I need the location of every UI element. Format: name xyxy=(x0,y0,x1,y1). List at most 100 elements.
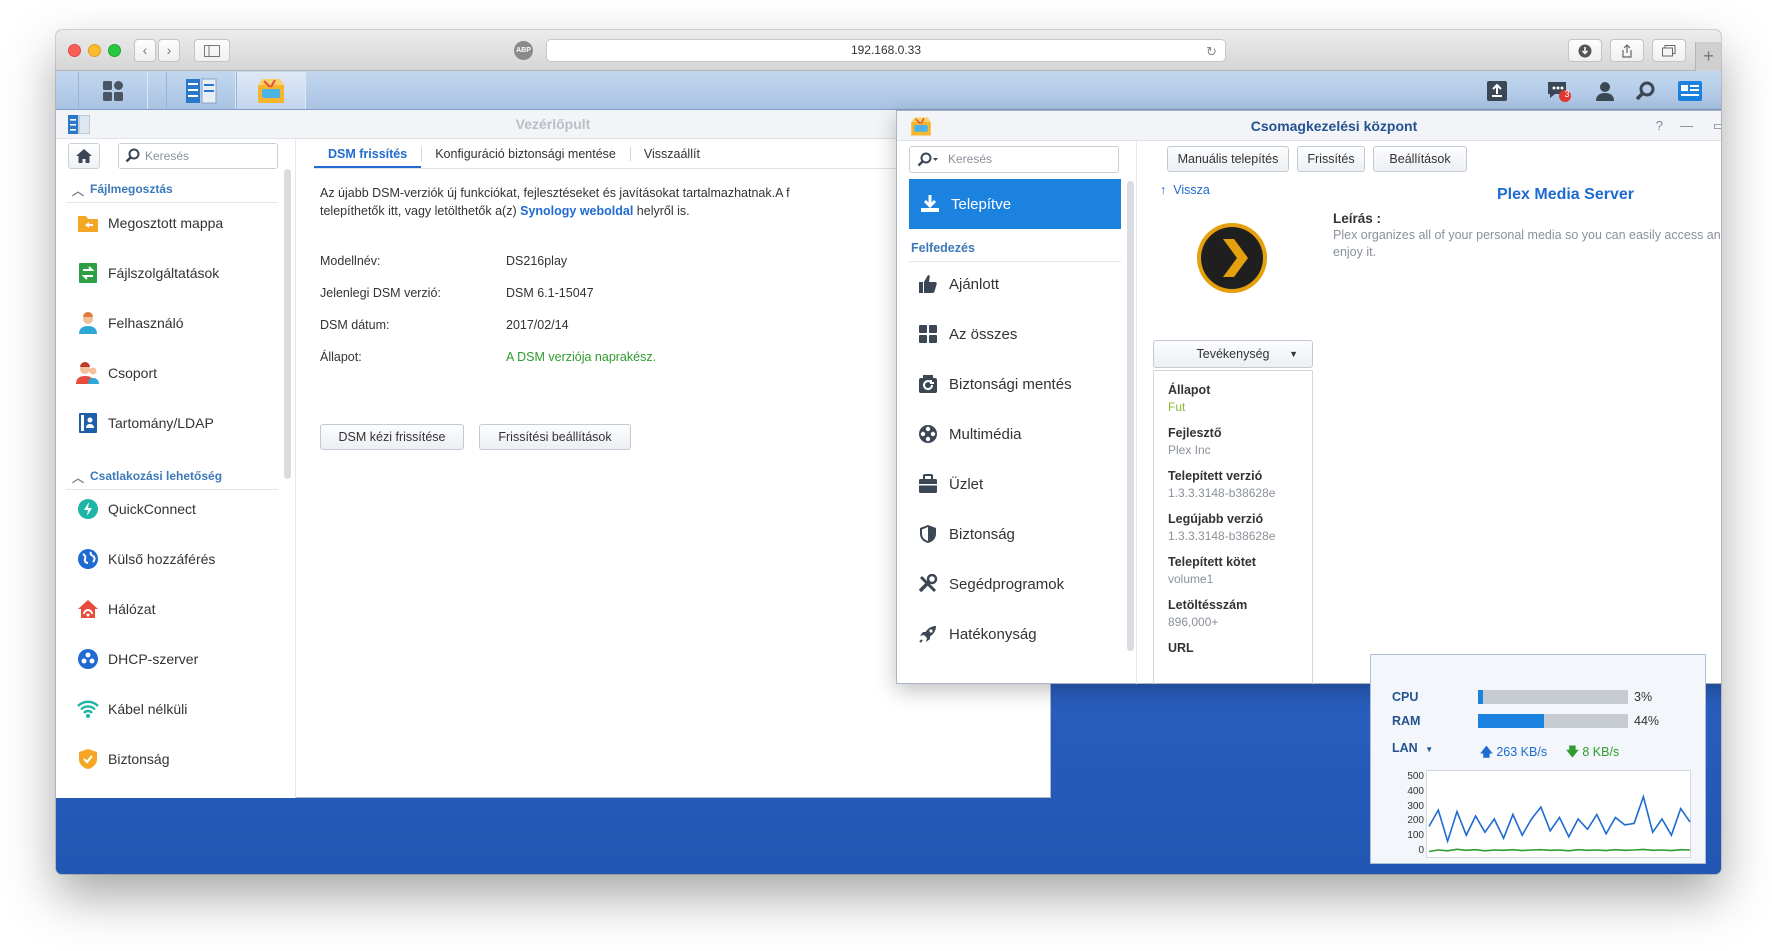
sidebar-item-file-services[interactable]: Fájlszolgáltatások xyxy=(76,258,276,288)
security-shield-icon xyxy=(79,749,97,769)
tab-dsm-update[interactable]: DSM frissítés xyxy=(314,139,422,168)
manual-dsm-update-button[interactable]: DSM kézi frissítése xyxy=(320,424,464,450)
sidebar-item-label: Hálózat xyxy=(108,601,156,617)
settings-button[interactable]: Beállítások xyxy=(1373,146,1467,172)
info-row-model: Modellnév: DS216play xyxy=(320,254,567,268)
control-panel-sidebar: Keresés ︿ Fájlmegosztás Megosztott mappa… xyxy=(56,139,296,798)
detail-value: 896,000+ xyxy=(1168,615,1219,629)
help-icon[interactable]: ? xyxy=(1656,111,1663,141)
sidebar-item-label: Az összes xyxy=(949,325,1018,343)
sidebar-item-recommended[interactable]: Ajánlott xyxy=(917,269,1117,299)
control-panel-icon xyxy=(68,115,90,134)
action-label: Tevékenység xyxy=(1196,347,1270,361)
sidebar-item-dhcp-server[interactable]: DHCP-szerver xyxy=(76,644,276,674)
lan-dropdown[interactable]: LAN ▼ xyxy=(1392,741,1433,755)
network-icon xyxy=(78,600,98,618)
detail-value: 1.3.3.3148-b38628e xyxy=(1168,529,1276,543)
info-key: Modellnév: xyxy=(320,254,381,268)
sidebar-item-network[interactable]: Hálózat xyxy=(76,594,276,624)
sidebar-item-group[interactable]: Csoport xyxy=(76,358,276,388)
home-button[interactable] xyxy=(68,143,100,169)
sidebar-item-label: Fájlszolgáltatások xyxy=(108,265,220,281)
back-label: Vissza xyxy=(1173,183,1210,197)
chevron-up-icon: ︿ xyxy=(72,184,85,198)
sidebar-item-label: Felhasználó xyxy=(108,315,184,331)
sidebar-item-quickconnect[interactable]: QuickConnect xyxy=(76,494,276,524)
sidebar-item-all[interactable]: Az összes xyxy=(917,319,1117,349)
package-search-input[interactable]: Keresés xyxy=(909,146,1119,173)
back-link[interactable]: ↑ Vissza xyxy=(1160,183,1210,197)
info-row-status: Állapot: A DSM verziója naprakész. xyxy=(320,350,656,364)
sidebar-scrollbar[interactable] xyxy=(284,169,291,479)
synology-website-link[interactable]: Synology weboldal xyxy=(520,204,633,218)
detail-key: URL xyxy=(1168,641,1194,655)
sidebar-item-security[interactable]: Biztonság xyxy=(917,519,1117,549)
y-tick-label: 400 xyxy=(1407,785,1424,797)
upload-value: 263 KB/s xyxy=(1496,745,1548,759)
sidebar-scrollbar[interactable] xyxy=(1127,181,1134,651)
home-icon xyxy=(76,149,92,163)
upload-rate: 🡅 263 KB/s xyxy=(1480,743,1547,764)
sidebar-item-utilities[interactable]: Segédprogramok xyxy=(917,569,1117,599)
film-reel-icon xyxy=(919,425,937,443)
ram-percent: 44% xyxy=(1634,714,1660,728)
sidebar-item-security[interactable]: Biztonság xyxy=(76,744,276,774)
grid-icon xyxy=(919,325,937,343)
tab-config-backup[interactable]: Konfiguráció biztonsági mentése xyxy=(421,139,630,168)
status-up-to-date: A DSM verziója naprakész. xyxy=(506,350,657,364)
download-rate: 🡇 8 KB/s xyxy=(1566,743,1619,764)
sidebar-item-productivity[interactable]: Hatékonyság xyxy=(917,619,1117,649)
tools-icon xyxy=(918,574,938,593)
cpu-label: CPU xyxy=(1392,690,1419,704)
sidebar-item-external-access[interactable]: Külső hozzáférés xyxy=(76,544,276,574)
description-heading: Leírás : xyxy=(1333,211,1382,226)
sidebar-item-business[interactable]: Üzlet xyxy=(917,469,1117,499)
caret-down-icon: ▼ xyxy=(1289,349,1298,359)
sidebar-item-wireless[interactable]: Kábel nélküli xyxy=(76,694,276,724)
section-connectivity[interactable]: ︿ Csatlakozási lehetőség xyxy=(66,469,278,490)
lan-label: LAN xyxy=(1392,741,1418,755)
description-prefix: telepíthetők itt, vagy letölthetők a(z) xyxy=(320,204,521,218)
ram-bar-fill xyxy=(1478,714,1544,728)
section-file-sharing[interactable]: ︿ Fájlmegosztás xyxy=(66,182,278,203)
plex-logo-icon xyxy=(1197,223,1267,293)
package-description: Plex organizes all of your personal medi… xyxy=(1333,228,1721,259)
section-discover: Felfedezés xyxy=(909,241,1121,262)
update-settings-button[interactable]: Frissítési beállítások xyxy=(479,424,631,450)
package-center-icon xyxy=(911,117,931,136)
cpu-percent: 3% xyxy=(1634,690,1653,704)
info-key: Jelenlegi DSM verzió: xyxy=(320,286,441,300)
info-row-dsm-version: Jelenlegi DSM verzió: DSM 6.1-15047 xyxy=(320,286,594,300)
sidebar-item-label: QuickConnect xyxy=(108,501,196,517)
ram-bar xyxy=(1478,714,1628,728)
manual-install-button[interactable]: Manuális telepítés xyxy=(1167,146,1289,172)
sidebar-item-label: Biztonsági mentés xyxy=(949,375,1072,393)
sidebar-item-installed[interactable]: Telepítve xyxy=(909,179,1121,229)
download-installed-icon xyxy=(921,195,939,212)
action-dropdown[interactable]: Tevékenység ▼ xyxy=(1153,340,1313,368)
tab-restore[interactable]: Visszaállít xyxy=(629,139,714,168)
sidebar-item-shared-folder[interactable]: Megosztott mappa xyxy=(76,208,276,238)
sidebar-item-user[interactable]: Felhasználó xyxy=(76,308,276,338)
sidebar-item-domain-ldap[interactable]: Tartomány/LDAP xyxy=(76,408,276,438)
package-center-sidebar: Keresés Telepítve Felfedezés Ajánlott Az… xyxy=(897,141,1137,684)
y-tick-label: 100 xyxy=(1407,830,1424,842)
shared-folder-icon xyxy=(78,216,98,232)
detail-key: Állapot xyxy=(1168,383,1211,397)
sidebar-item-label: Ajánlott xyxy=(949,275,1000,293)
chevron-up-icon: ︿ xyxy=(72,471,85,485)
minimize-icon[interactable]: — xyxy=(1680,111,1693,141)
maximize-icon[interactable]: ▭ xyxy=(1713,111,1721,141)
control-panel-search-input[interactable]: Keresés xyxy=(118,143,278,169)
download-arrow-icon: 🡇 xyxy=(1566,745,1579,759)
sidebar-item-label: Hatékonyság xyxy=(949,625,1037,643)
sidebar-item-multimedia[interactable]: Multimédia xyxy=(917,419,1117,449)
external-access-icon xyxy=(78,549,98,569)
sidebar-item-backup[interactable]: Biztonsági mentés xyxy=(917,369,1117,399)
sidebar-item-label: Segédprogramok xyxy=(949,575,1065,593)
sidebar-item-label: DHCP-szerver xyxy=(108,651,199,667)
sidebar-item-label: Megosztott mappa xyxy=(108,215,224,231)
sidebar-item-label: Kábel nélküli xyxy=(108,701,188,717)
refresh-button[interactable]: Frissítés xyxy=(1297,146,1365,172)
detail-key: Telepített verzió xyxy=(1168,469,1263,483)
